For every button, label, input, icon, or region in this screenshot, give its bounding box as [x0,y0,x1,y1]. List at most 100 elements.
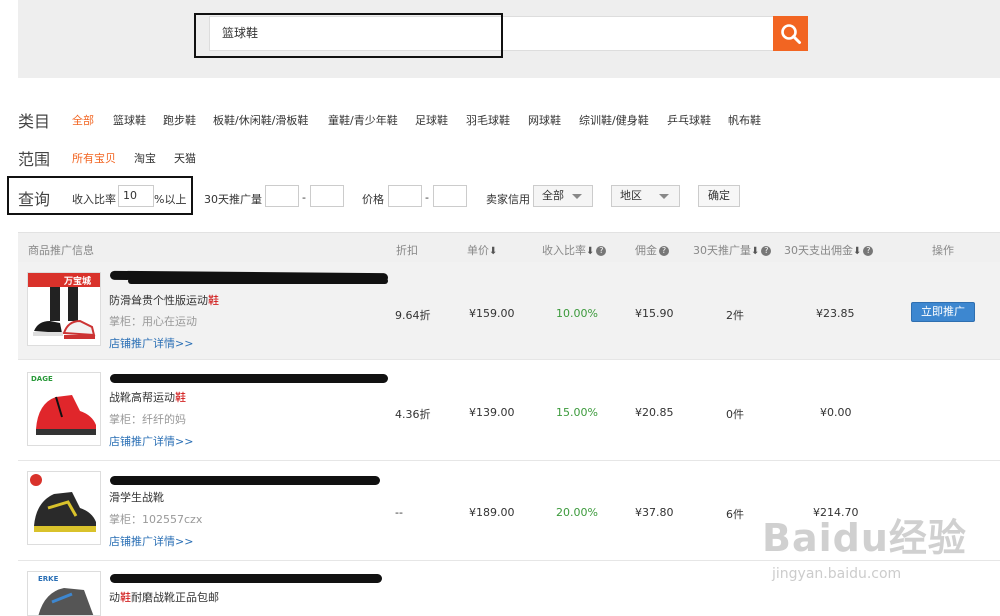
price-value: ¥189.00 [469,506,515,519]
product-name-keyword: 鞋 [120,591,131,604]
region-select-value: 地区 [620,189,642,202]
category-item-badminton[interactable]: 羽毛球鞋 [466,112,510,128]
product-name[interactable]: 滑学生战靴 [109,489,164,505]
promo30-value: 2件 [726,309,744,322]
shoe-image [34,492,96,532]
product-thumbnail[interactable] [27,471,101,545]
watermark-logo: Baidu经验 [762,516,967,560]
table-header: 商品推广信息 折扣 单价⬇ 收入比率⬇? 佣金? 30天推广量⬇? 30天支出佣… [18,232,1000,262]
header-spend30-label: 30天支出佣金 [784,244,853,257]
product-thumbnail[interactable]: ERKE [27,571,101,616]
shop-promo-link[interactable]: 店铺推广详情>> [109,533,193,549]
product-name-keyword: 鞋 [175,391,186,404]
query-label: 查询 [18,190,51,209]
sort-down-icon: ⬇ [489,246,498,257]
scope-label: 范围 [18,150,51,169]
product-name-text: 滑学生战靴 [109,491,164,504]
sort-down-icon: ⬇ [853,246,862,257]
ratio-value: 10.00% [556,307,598,320]
discount-value: -- [395,506,403,519]
credit-select[interactable]: 全部 [533,185,593,207]
header-ratio[interactable]: 收入比率⬇? [542,242,607,258]
help-icon[interactable]: ? [761,246,772,256]
seller-name: 掌柜：纤纤的妈 [109,413,186,426]
product-thumbnail[interactable]: DAGE [27,372,101,446]
seller-name: 掌柜：102557czx [109,513,203,526]
help-icon[interactable]: ? [659,246,669,256]
promo30-max-input[interactable] [310,185,344,207]
shoe-image [33,287,96,339]
ratio-value: 15.00% [556,406,598,419]
price-value: ¥139.00 [469,406,515,419]
promo30-label: 30天推广量 [204,193,262,206]
product-thumbnail[interactable]: 万宝城 [27,272,101,346]
category-item-casual[interactable]: 板鞋/休闲鞋/滑板鞋 [213,112,308,128]
price-value: ¥159.00 [469,307,515,320]
category-item-kids[interactable]: 童鞋/青少年鞋 [328,112,398,128]
commission-value: ¥20.85 [635,406,674,419]
shoe-image [38,588,94,615]
region-select[interactable]: 地区 [611,185,680,207]
category-item-football[interactable]: 足球鞋 [415,112,448,128]
ratio-input[interactable]: 10 [118,185,154,207]
chevron-down-icon [659,194,669,199]
redaction-scribble [128,278,388,284]
help-icon[interactable]: ? [596,246,607,256]
promo30-value: 6件 [726,508,744,521]
category-item-pingpong[interactable]: 乒乓球鞋 [667,112,711,128]
sort-down-icon: ⬇ [751,246,760,257]
header-commission-label: 佣金 [635,244,657,257]
header-price-label: 单价 [467,244,489,257]
table-row: DAGE 战靴高帮运动鞋 掌柜：纤纤的妈 店铺推广详情>> 4.36折 ¥139… [18,360,1000,461]
shop-promo-link[interactable]: 店铺推广详情>> [109,335,193,351]
category-item-running[interactable]: 跑步鞋 [163,112,196,128]
category-item-basketball[interactable]: 篮球鞋 [113,112,146,128]
category-item-all[interactable]: 全部 [72,112,94,128]
product-name-text: 战靴高帮运动 [109,391,175,404]
scope-item-taobao[interactable]: 淘宝 [134,150,156,166]
header-discount: 折扣 [396,244,418,257]
help-icon[interactable]: ? [863,246,874,256]
promo30-min-input[interactable] [265,185,299,207]
category-label: 类目 [18,112,51,131]
watermark-url: jingyan.baidu.com [772,566,902,582]
product-name-keyword: 鞋 [208,294,219,307]
price-max-input[interactable] [433,185,467,207]
header-promo30-label: 30天推广量 [693,244,751,257]
sort-down-icon: ⬇ [586,246,595,257]
category-item-tennis[interactable]: 网球鞋 [528,112,561,128]
shop-promo-link[interactable]: 店铺推广详情>> [109,433,193,449]
promote-now-button[interactable]: 立即推广 [911,302,975,322]
seller-name: 掌柜：用心在运动 [109,315,197,328]
search-icon [781,24,801,44]
scope-item-all[interactable]: 所有宝贝 [72,150,116,166]
ratio-label: 收入比率 [72,193,116,206]
header-promo30[interactable]: 30天推广量⬇? [693,242,772,258]
header-ratio-label: 收入比率 [542,244,586,257]
header-commission: 佣金? [635,242,669,258]
product-name-text: 防滑耸贵个性版运动 [109,294,208,307]
category-item-training[interactable]: 综训鞋/健身鞋 [579,112,649,128]
ratio-value: 20.00% [556,506,598,519]
category-item-canvas[interactable]: 帆布鞋 [728,112,761,128]
shoe-image [36,395,96,435]
product-name[interactable]: 动鞋耐磨战靴正品包邮 [109,589,219,605]
confirm-button[interactable]: 确定 [698,185,740,207]
product-name-suffix: 耐磨战靴正品包邮 [131,591,219,604]
header-price[interactable]: 单价⬇ [467,242,497,258]
product-name[interactable]: 防滑耸贵个性版运动鞋 [109,292,219,308]
redaction-scribble [110,476,380,485]
discount-value: 9.64折 [395,309,431,322]
price-min-input[interactable] [388,185,422,207]
scope-item-tmall[interactable]: 天猫 [174,150,196,166]
price-label: 价格 [362,193,384,206]
search-button[interactable] [773,16,808,51]
search-highlight-box [194,13,503,58]
commission-value: ¥15.90 [635,307,674,320]
product-name[interactable]: 战靴高帮运动鞋 [109,389,186,405]
header-spend30[interactable]: 30天支出佣金⬇? [784,242,874,258]
spend30-value: ¥0.00 [820,406,852,419]
credit-label: 卖家信用 [486,193,530,206]
promo30-dash: - [302,191,306,204]
price-dash: - [425,191,429,204]
